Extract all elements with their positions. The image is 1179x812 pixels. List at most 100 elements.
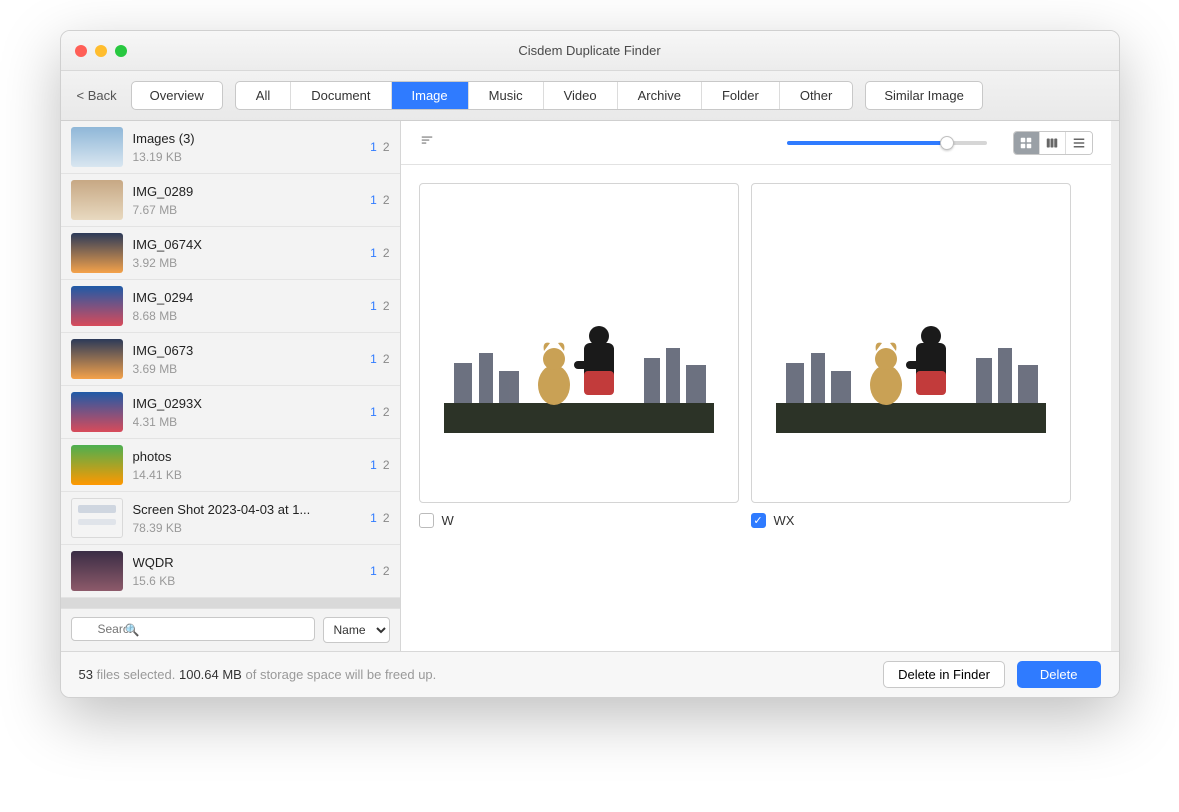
zoom-slider-container	[451, 141, 987, 145]
file-size: 13.19 KB	[133, 150, 361, 164]
window-title: Cisdem Duplicate Finder	[61, 43, 1119, 58]
content-body: Images (3)13.19 KB12IMG_02897.67 MB12IMG…	[61, 121, 1119, 651]
file-size: 14.41 KB	[133, 468, 361, 482]
footer: 53 files selected. 100.64 MB of storage …	[61, 651, 1119, 697]
status-text: 53 files selected. 100.64 MB of storage …	[79, 667, 872, 682]
file-name: IMG_0673	[133, 343, 361, 358]
thumbnail	[71, 498, 123, 538]
close-icon[interactable]	[75, 45, 87, 57]
list-item[interactable]: IMG_0294 8.68 MB 12	[61, 280, 400, 333]
zoom-icon[interactable]	[115, 45, 127, 57]
thumbnail	[71, 392, 123, 432]
sidebar: Images (3)13.19 KB12IMG_02897.67 MB12IMG…	[61, 121, 401, 651]
sort-select[interactable]: Name	[323, 617, 390, 643]
thumbnail	[71, 604, 123, 608]
tab-image[interactable]: Image	[392, 82, 469, 109]
list-item[interactable]: Images (3) 13.19 KB 12	[61, 121, 400, 174]
count-badge: 12	[370, 405, 389, 419]
selected-count: 53	[79, 667, 93, 682]
file-size: 3.69 MB	[133, 362, 361, 376]
select-checkbox[interactable]: ✓	[751, 513, 766, 528]
preview-grid: W ✓ WX	[401, 165, 1111, 651]
list-item[interactable]: Screen Shot 2023-04-03 at 1... 78.39 KB 12	[61, 492, 400, 545]
toolbar: < Back Overview AllDocumentImageMusicVid…	[61, 71, 1119, 121]
file-name: IMG_0674X	[133, 237, 361, 252]
app-window: Cisdem Duplicate Finder < Back Overview …	[60, 30, 1120, 698]
file-size: 4.31 MB	[133, 415, 361, 429]
minimize-icon[interactable]	[95, 45, 107, 57]
tab-video[interactable]: Video	[544, 82, 618, 109]
preview-toolbar	[401, 121, 1111, 165]
view-mode-segmented	[1013, 131, 1093, 155]
preview-image[interactable]	[751, 183, 1071, 503]
traffic-lights	[75, 45, 127, 57]
preview-card: ✓ WX	[751, 183, 1071, 528]
list-item[interactable]: IMG_0289 7.67 MB 12	[61, 174, 400, 227]
view-list-button[interactable]	[1066, 132, 1092, 154]
file-name: Screen Shot 2023-04-03 at 1...	[133, 502, 361, 517]
file-name: photos	[133, 449, 361, 464]
tab-music[interactable]: Music	[469, 82, 544, 109]
thumbnail	[71, 233, 123, 273]
sort-icon[interactable]	[419, 135, 435, 150]
count-badge: 12	[370, 140, 389, 154]
tab-document[interactable]: Document	[291, 82, 391, 109]
list-item[interactable]: IMG_0293X 4.31 MB 12	[61, 386, 400, 439]
preview-panel: W ✓ WX	[401, 121, 1111, 651]
similar-image-button[interactable]: Similar Image	[865, 81, 982, 110]
tab-folder[interactable]: Folder	[702, 82, 780, 109]
search-field[interactable]: 🔍	[71, 617, 315, 643]
view-columns-button[interactable]	[1040, 132, 1066, 154]
file-name: WQDR	[133, 555, 361, 570]
thumbnail	[71, 551, 123, 591]
preview-label: WX	[774, 513, 795, 528]
zoom-slider[interactable]	[787, 141, 987, 145]
zoom-slider-knob[interactable]	[940, 136, 954, 150]
file-name: IMG_0294	[133, 290, 361, 305]
file-name: IMG_0289	[133, 184, 361, 199]
list-item[interactable]: IMG_0674X 3.92 MB 12	[61, 227, 400, 280]
delete-button[interactable]: Delete	[1017, 661, 1101, 688]
tab-archive[interactable]: Archive	[618, 82, 702, 109]
file-size: 7.67 MB	[133, 203, 361, 217]
freed-size: 100.64 MB	[179, 667, 242, 682]
category-tabs: AllDocumentImageMusicVideoArchiveFolderO…	[235, 81, 854, 110]
delete-in-finder-button[interactable]: Delete in Finder	[883, 661, 1005, 688]
file-size: 15.6 KB	[133, 574, 361, 588]
preview-label: W	[442, 513, 454, 528]
thumbnail	[71, 286, 123, 326]
file-size: 78.39 KB	[133, 521, 361, 535]
count-badge: 12	[370, 246, 389, 260]
list-item[interactable]: IMG_06733.69 MB12	[61, 333, 400, 386]
list-item[interactable]: photos 14.41 KB 12	[61, 439, 400, 492]
sidebar-bottom: 🔍 Name	[61, 608, 400, 651]
scrollbar-track[interactable]	[1111, 121, 1119, 651]
file-name: IMG_0293X	[133, 396, 361, 411]
back-button[interactable]: < Back	[75, 84, 119, 107]
preview-card: W	[419, 183, 739, 528]
count-badge: 12	[370, 458, 389, 472]
count-badge: 12	[370, 511, 389, 525]
view-grid-button[interactable]	[1014, 132, 1040, 154]
count-badge: 12	[370, 564, 389, 578]
file-name: W	[133, 608, 347, 609]
list-item[interactable]: WQDR 15.6 KB 12	[61, 545, 400, 598]
count-badge: 12	[370, 193, 389, 207]
file-list: Images (3)13.19 KB12IMG_02897.67 MB12IMG…	[61, 121, 400, 608]
file-name: Images (3)	[133, 131, 361, 146]
count-badge: 12	[370, 299, 389, 313]
select-checkbox[interactable]	[419, 513, 434, 528]
tab-other[interactable]: Other	[780, 82, 853, 109]
preview-image[interactable]	[419, 183, 739, 503]
titlebar: Cisdem Duplicate Finder	[61, 31, 1119, 71]
thumbnail	[71, 127, 123, 167]
file-size: 3.92 MB	[133, 256, 361, 270]
list-item[interactable]: W12.43 KB12	[61, 598, 400, 608]
search-input[interactable]	[71, 617, 315, 641]
thumbnail	[71, 445, 123, 485]
file-size: 8.68 MB	[133, 309, 361, 323]
thumbnail	[71, 339, 123, 379]
tab-all[interactable]: All	[236, 82, 291, 109]
overview-button[interactable]: Overview	[131, 81, 223, 110]
thumbnail	[71, 180, 123, 220]
